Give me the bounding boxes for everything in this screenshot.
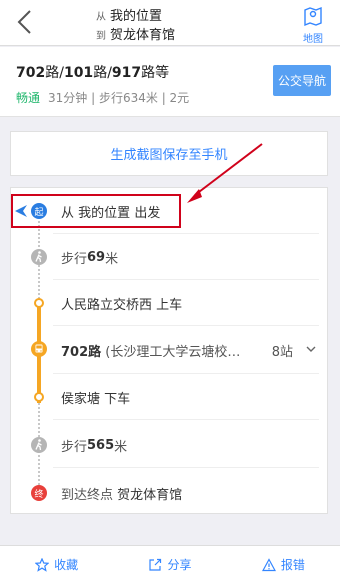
end-text: 到达终点 贺龙体育馆 xyxy=(61,470,182,516)
share-button[interactable]: 分享 xyxy=(113,546,226,583)
route-number: 101 xyxy=(63,65,94,81)
price: 2元 xyxy=(169,91,190,105)
walk-distance: 步行634米 xyxy=(98,91,158,105)
bottom-toolbar: 收藏 分享 报错 xyxy=(0,545,340,583)
step-walk: 步行 69 米 xyxy=(11,234,329,280)
bus-icon xyxy=(31,341,47,357)
board-text: 人民路立交桥西 上车 xyxy=(61,280,182,326)
walk-icon xyxy=(31,437,47,453)
route-number: 702 xyxy=(16,65,46,81)
map-icon xyxy=(304,6,322,27)
map-button[interactable]: 地图 xyxy=(298,5,328,45)
bus-route: 702路 xyxy=(61,344,102,360)
end-place: 贺龙体育馆 xyxy=(117,487,183,503)
share-icon xyxy=(149,558,162,571)
step-walk: 步行 565 米 xyxy=(11,422,329,468)
highlight-box xyxy=(11,194,181,228)
chevron-down-icon[interactable] xyxy=(305,343,317,355)
favorite-button[interactable]: 收藏 xyxy=(0,546,113,583)
walk-text: 步行 565 米 xyxy=(61,437,128,455)
to-place: 贺龙体育馆 xyxy=(110,28,176,43)
step-board: 人民路立交桥西 上车 xyxy=(11,280,329,326)
walk-text: 步行 69 米 xyxy=(61,249,119,267)
back-arrow-icon[interactable] xyxy=(14,9,36,35)
step-bus[interactable]: 702路 (长沙理工大学云塘校… 8站 xyxy=(11,326,329,374)
traffic-status: 畅通 xyxy=(16,91,41,105)
star-icon xyxy=(35,557,50,572)
stop-marker xyxy=(34,298,44,308)
alight-text: 侯家塘 下车 xyxy=(61,374,130,420)
route-list: 702路/101路/917路等 xyxy=(16,65,170,81)
route-steps: 起 从 我的位置 出发 步行 69 米 人民路立交桥西 上车 702路 (长沙理… xyxy=(10,187,328,514)
end-badge: 终 xyxy=(31,485,47,501)
route-number: 917 xyxy=(111,65,142,81)
route-summary[interactable]: 702路/101路/917路等 畅通 31分钟 | 步行634米 | 2元 公交导… xyxy=(0,47,340,117)
route-header: 从 我的位置 到 贺龙体育馆 xyxy=(96,5,175,43)
alight-station: 侯家塘 xyxy=(61,391,101,407)
report-button[interactable]: 报错 xyxy=(227,546,340,583)
bus-direction: (长沙理工大学云塘校… xyxy=(105,344,241,360)
to-prefix: 到 xyxy=(96,31,106,42)
stop-count: 8站 xyxy=(271,345,293,360)
step-end: 终 到达终点 贺龙体育馆 xyxy=(11,470,329,516)
stop-marker xyxy=(34,392,44,402)
board-station: 人民路立交桥西 xyxy=(61,297,153,313)
duration: 31分钟 xyxy=(48,91,88,105)
step-alight: 侯家塘 下车 xyxy=(11,374,329,420)
walk-icon xyxy=(31,249,47,265)
bus-navigation-button[interactable]: 公交导航 xyxy=(273,65,331,96)
divider xyxy=(53,467,319,468)
route-meta: 畅通 31分钟 | 步行634米 | 2元 xyxy=(16,91,190,105)
warning-icon xyxy=(261,557,276,571)
from-prefix: 从 xyxy=(96,12,106,23)
save-screenshot-button[interactable]: 生成截图保存至手机 xyxy=(10,131,328,176)
step-start: 起 从 我的位置 出发 xyxy=(11,188,329,234)
bus-text: 702路 (长沙理工大学云塘校… xyxy=(61,326,240,374)
map-label: 地图 xyxy=(303,34,323,45)
from-place: 我的位置 xyxy=(110,9,163,24)
divider xyxy=(53,419,319,420)
top-bar: 从 我的位置 到 贺龙体育馆 地图 xyxy=(0,0,340,46)
